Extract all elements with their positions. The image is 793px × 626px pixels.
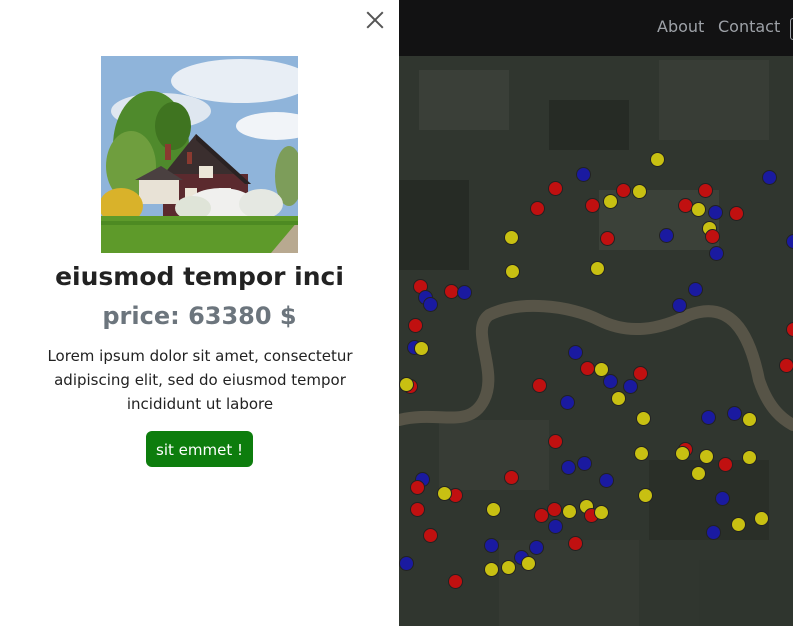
- marker-yellow[interactable]: [742, 412, 757, 427]
- listing-title: eiusmod tempor inci: [55, 262, 344, 291]
- marker-red[interactable]: [548, 434, 563, 449]
- marker-blue[interactable]: [457, 285, 472, 300]
- marker-red[interactable]: [410, 502, 425, 517]
- marker-blue[interactable]: [623, 379, 638, 394]
- marker-blue[interactable]: [762, 170, 777, 185]
- listing-price: price: 63380 $: [102, 302, 297, 330]
- marker-blue[interactable]: [709, 246, 724, 261]
- marker-yellow[interactable]: [521, 556, 536, 571]
- marker-yellow[interactable]: [603, 194, 618, 209]
- map-satellite-tiles: [399, 0, 793, 626]
- marker-red[interactable]: [616, 183, 631, 198]
- marker-yellow[interactable]: [486, 502, 501, 517]
- marker-blue[interactable]: [603, 374, 618, 389]
- marker-blue[interactable]: [701, 410, 716, 425]
- marker-red[interactable]: [600, 231, 615, 246]
- marker-yellow[interactable]: [590, 261, 605, 276]
- marker-blue[interactable]: [715, 491, 730, 506]
- listing-action-button[interactable]: sit emmet !: [146, 431, 253, 467]
- marker-blue[interactable]: [599, 473, 614, 488]
- map[interactable]: [399, 0, 793, 626]
- marker-red[interactable]: [698, 183, 713, 198]
- marker-blue[interactable]: [529, 540, 544, 555]
- marker-red[interactable]: [548, 181, 563, 196]
- marker-yellow[interactable]: [501, 560, 516, 575]
- marker-red[interactable]: [423, 528, 438, 543]
- marker-yellow[interactable]: [675, 446, 690, 461]
- marker-red[interactable]: [410, 480, 425, 495]
- marker-yellow[interactable]: [632, 184, 647, 199]
- marker-blue[interactable]: [423, 297, 438, 312]
- marker-blue[interactable]: [561, 460, 576, 475]
- top-navbar: About Contact: [399, 0, 793, 56]
- marker-red[interactable]: [779, 358, 793, 373]
- marker-blue[interactable]: [672, 298, 687, 313]
- marker-red[interactable]: [408, 318, 423, 333]
- listing-description: Lorem ipsum dolor sit amet, consectetur …: [47, 347, 353, 413]
- marker-yellow[interactable]: [414, 341, 429, 356]
- marker-blue[interactable]: [688, 282, 703, 297]
- marker-yellow[interactable]: [691, 466, 706, 481]
- marker-red[interactable]: [705, 229, 720, 244]
- marker-blue[interactable]: [706, 525, 721, 540]
- marker-blue[interactable]: [560, 395, 575, 410]
- marker-blue[interactable]: [568, 345, 583, 360]
- marker-yellow[interactable]: [636, 411, 651, 426]
- marker-yellow[interactable]: [650, 152, 665, 167]
- marker-red[interactable]: [534, 508, 549, 523]
- marker-blue[interactable]: [576, 167, 591, 182]
- marker-red[interactable]: [532, 378, 547, 393]
- marker-yellow[interactable]: [611, 391, 626, 406]
- marker-blue[interactable]: [399, 556, 414, 571]
- marker-yellow[interactable]: [638, 488, 653, 503]
- listing-photo: [101, 56, 298, 253]
- marker-red[interactable]: [504, 470, 519, 485]
- marker-red[interactable]: [547, 502, 562, 517]
- marker-yellow[interactable]: [742, 450, 757, 465]
- marker-blue[interactable]: [548, 519, 563, 534]
- marker-red[interactable]: [729, 206, 744, 221]
- marker-red[interactable]: [585, 198, 600, 213]
- marker-red[interactable]: [530, 201, 545, 216]
- marker-yellow[interactable]: [699, 449, 714, 464]
- marker-red[interactable]: [448, 574, 463, 589]
- marker-red[interactable]: [718, 457, 733, 472]
- marker-red[interactable]: [633, 366, 648, 381]
- marker-yellow[interactable]: [754, 511, 769, 526]
- nav-link-about[interactable]: About: [657, 17, 704, 36]
- marker-blue[interactable]: [484, 538, 499, 553]
- marker-yellow[interactable]: [484, 562, 499, 577]
- marker-yellow[interactable]: [504, 230, 519, 245]
- nav-link-contact[interactable]: Contact: [718, 17, 780, 36]
- marker-yellow[interactable]: [691, 202, 706, 217]
- marker-yellow[interactable]: [731, 517, 746, 532]
- close-icon[interactable]: [364, 9, 386, 31]
- marker-yellow[interactable]: [505, 264, 520, 279]
- marker-yellow[interactable]: [594, 505, 609, 520]
- marker-blue[interactable]: [708, 205, 723, 220]
- marker-blue[interactable]: [727, 406, 742, 421]
- marker-blue[interactable]: [577, 456, 592, 471]
- marker-red[interactable]: [580, 361, 595, 376]
- marker-yellow[interactable]: [562, 504, 577, 519]
- marker-red[interactable]: [568, 536, 583, 551]
- marker-yellow[interactable]: [634, 446, 649, 461]
- marker-yellow[interactable]: [399, 377, 414, 392]
- marker-blue[interactable]: [659, 228, 674, 243]
- marker-yellow[interactable]: [437, 486, 452, 501]
- listing-side-panel: eiusmod tempor inci price: 63380 $ Lorem…: [0, 0, 399, 626]
